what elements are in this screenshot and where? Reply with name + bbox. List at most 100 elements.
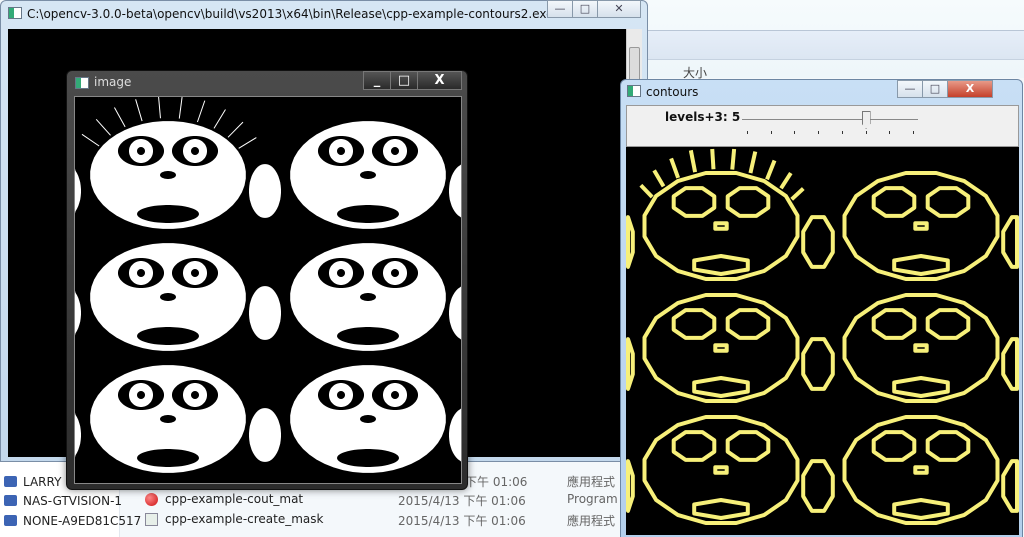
contours-image: [626, 148, 1019, 525]
exe-icon: [145, 513, 158, 526]
face-ear: [626, 215, 635, 269]
face-head: [642, 171, 800, 281]
hair-line: [81, 133, 100, 147]
trackbar-tick: [770, 131, 772, 134]
face-eye: [925, 308, 971, 340]
face-ear: [75, 408, 81, 462]
maximize-button[interactable]: □: [922, 80, 948, 98]
face-eye: [925, 430, 971, 462]
face-ear: [75, 286, 81, 340]
file-row[interactable]: cpp-example-cout_mat 2015/4/13 下午 01:06 Pr…: [145, 490, 625, 509]
face-eye: [671, 186, 717, 218]
image-app-icon: [75, 77, 89, 89]
face-nose: [913, 465, 929, 475]
face-mouth: [137, 205, 199, 223]
face-eye: [671, 308, 717, 340]
hair-line: [213, 109, 226, 129]
program-icon: [145, 493, 158, 506]
trackbar-tick: [889, 131, 891, 134]
hair-line: [688, 149, 698, 173]
scrollbar-thumb[interactable]: [629, 47, 640, 83]
hair-line: [748, 151, 758, 174]
face-nose: [360, 293, 376, 301]
contours-window-title: contours: [646, 85, 699, 99]
face-nose: [360, 171, 376, 179]
face-mouth: [337, 327, 399, 345]
face-pupil: [337, 391, 345, 399]
minimize-button[interactable]: —: [547, 0, 573, 18]
face-nose: [160, 171, 176, 179]
face-head: [642, 293, 800, 403]
minimize-button[interactable]: _: [363, 71, 391, 90]
computer-icon: [4, 476, 17, 487]
trackbar-tick: [841, 131, 843, 134]
face-eye: [725, 430, 771, 462]
hair-line: [238, 137, 257, 149]
face-nose: [713, 221, 729, 231]
image-window-title: image: [94, 75, 132, 89]
face-nose: [160, 293, 176, 301]
maximize-button[interactable]: □: [390, 71, 418, 90]
file-name: cpp-example-create_mask: [165, 512, 324, 526]
face-ear: [449, 164, 461, 218]
face-head: [842, 415, 1000, 525]
faces-image: [75, 97, 461, 473]
trackbar-tick: [818, 131, 820, 134]
trackbar-thumb[interactable]: [861, 111, 871, 129]
face-mouth: [337, 205, 399, 223]
file-date: 2015/4/13 下午 01:06: [398, 514, 526, 528]
face-ear: [626, 459, 635, 513]
image-window: image _ □ X: [66, 70, 468, 490]
face-ear: [1001, 337, 1019, 391]
nav-label: NONE-A9ED81C517: [23, 513, 142, 528]
hair-line: [669, 157, 681, 179]
hair-line: [652, 169, 666, 188]
face-mouth: [692, 376, 750, 398]
hair-line: [710, 148, 716, 170]
hair-line: [196, 100, 206, 123]
close-button[interactable]: ✕: [597, 0, 641, 18]
console-title: C:\opencv-3.0.0-beta\opencv\build\vs2013…: [27, 7, 554, 21]
contours-canvas: [626, 147, 1019, 535]
face-mouth: [692, 498, 750, 520]
face-pupil: [137, 391, 145, 399]
hair-line: [639, 183, 654, 199]
maximize-button[interactable]: □: [572, 0, 598, 18]
close-button[interactable]: X: [947, 80, 993, 98]
nav-item-nas[interactable]: NAS-GTVISION-1: [4, 491, 122, 510]
hair-line: [765, 159, 777, 181]
contours-window: contours — □ X levels+3: 5: [620, 79, 1023, 537]
file-row[interactable]: cpp-example-create_mask 2015/4/13 下午 01:0…: [145, 510, 625, 529]
face-pupil: [391, 269, 399, 277]
explorer-column-header: [648, 30, 1024, 60]
close-button[interactable]: X: [417, 71, 462, 90]
face-ear: [75, 164, 81, 218]
hair-line: [779, 172, 793, 190]
computer-icon: [4, 515, 17, 526]
file-type: 應用程式: [567, 475, 616, 489]
face-mouth: [892, 254, 950, 276]
face-ear: [449, 286, 461, 340]
face-mouth: [892, 376, 950, 398]
face-nose: [913, 221, 929, 231]
nav-label: LARRY: [23, 474, 62, 489]
hair-line: [114, 107, 126, 128]
nav-item-larry[interactable]: LARRY: [4, 472, 61, 491]
face-nose: [360, 415, 376, 423]
computer-icon: [4, 495, 17, 506]
face-ear: [449, 408, 461, 462]
face-nose: [913, 343, 929, 353]
face-ear: [626, 337, 635, 391]
face-eye: [671, 430, 717, 462]
face-pupil: [391, 147, 399, 155]
face-pupil: [191, 391, 199, 399]
file-date: 下午 01:06: [465, 475, 528, 489]
face-eye: [871, 308, 917, 340]
nav-item-none[interactable]: NONE-A9ED81C517: [4, 511, 141, 530]
face-mouth: [137, 449, 199, 467]
minimize-button[interactable]: —: [897, 80, 923, 98]
contours-app-icon: [627, 85, 641, 97]
face-eye: [871, 186, 917, 218]
trackbar-slider[interactable]: [742, 119, 918, 120]
face-head: [642, 415, 800, 525]
